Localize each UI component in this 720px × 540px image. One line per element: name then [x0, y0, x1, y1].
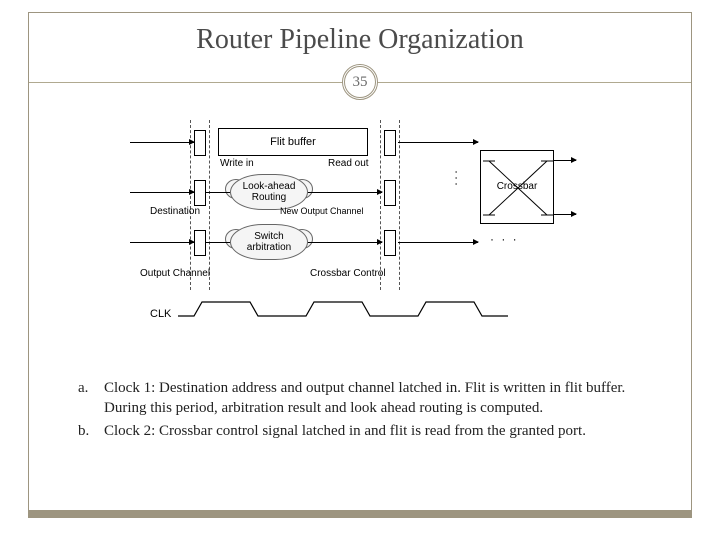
output-channel-label: Output Channel: [140, 268, 210, 279]
new-output-label: New Output Channel: [280, 206, 364, 216]
wire-newout: [308, 192, 382, 193]
flit-buffer-box: Flit buffer: [218, 128, 368, 156]
page-number: 35: [353, 74, 368, 91]
wire-xbar-out-1: [554, 160, 576, 161]
latch-xbarctrl: [384, 230, 396, 256]
latch-flit-1: [194, 130, 206, 156]
crossbar-control-label: Crossbar Control: [310, 268, 386, 279]
wire-oc-to-cloud: [206, 242, 230, 243]
list-text-a: Clock 1: Destination address and output …: [104, 378, 660, 419]
look-ahead-label: Look-ahead Routing: [231, 181, 307, 203]
latch-dest: [194, 180, 206, 206]
list-marker-a: a.: [78, 378, 104, 419]
latch-oc: [194, 230, 206, 256]
latch-flit-2: [384, 130, 396, 156]
list-marker-b: b.: [78, 421, 104, 441]
wire-xbar-out-2: [554, 214, 576, 215]
destination-label: Destination: [150, 206, 200, 217]
router-diagram: Flit buffer Write in Read out Look-ahead…: [120, 120, 580, 340]
page-title: Router Pipeline Organization: [0, 24, 720, 56]
clk-label: CLK: [150, 308, 171, 320]
clk-waveform-icon: [178, 300, 518, 318]
switch-arb-label: Switch arbitration: [231, 231, 307, 253]
crossbar-box: Crossbar: [480, 150, 554, 224]
read-out-label: Read out: [328, 158, 369, 169]
write-in-label: Write in: [220, 158, 254, 169]
wire-xbarctrl: [308, 242, 382, 243]
wire-flit-in: [130, 142, 194, 143]
latch-newout: [384, 180, 396, 206]
wire-xbarctrl-out: [398, 242, 478, 243]
list-item: a. Clock 1: Destination address and outp…: [78, 378, 660, 419]
list-item: b. Clock 2: Crossbar control signal latc…: [78, 421, 660, 441]
flit-buffer-label: Flit buffer: [270, 136, 316, 148]
dots-vert: ···: [450, 170, 464, 188]
wire-dest-to-cloud: [206, 192, 230, 193]
look-ahead-cloud: Look-ahead Routing: [230, 174, 308, 210]
dots-horiz: · · ·: [490, 232, 519, 246]
wire-flit-out: [398, 142, 478, 143]
list-text-b: Clock 2: Crossbar control signal latched…: [104, 421, 586, 441]
page-number-badge: 35: [342, 64, 378, 100]
crossbar-label: Crossbar: [481, 181, 553, 192]
wire-oc-in: [130, 242, 194, 243]
switch-arb-cloud: Switch arbitration: [230, 224, 308, 260]
wire-dest-in: [130, 192, 194, 193]
description-list: a. Clock 1: Destination address and outp…: [78, 378, 660, 443]
